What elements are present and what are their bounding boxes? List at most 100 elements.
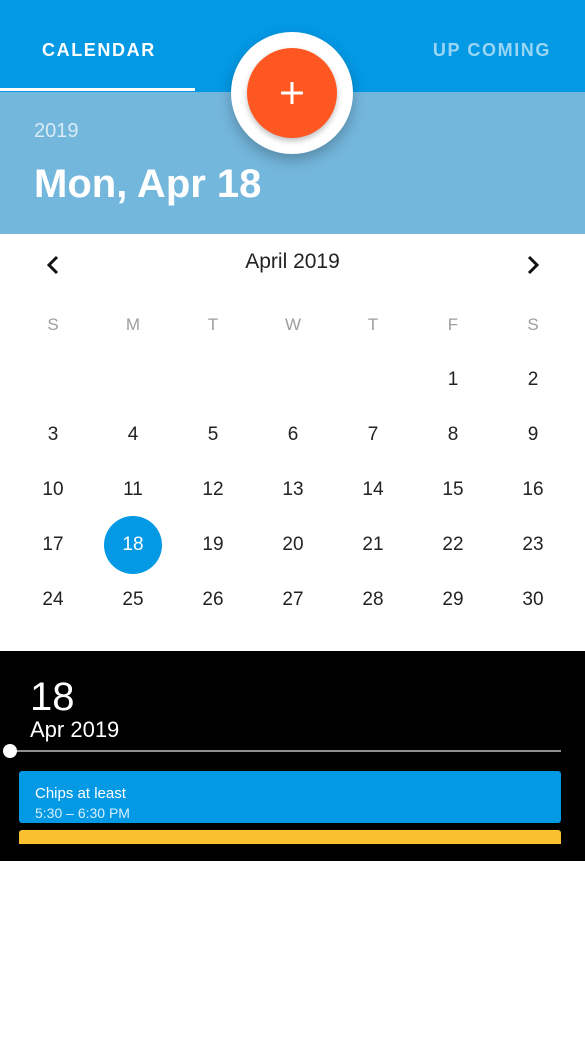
day-number: 26 bbox=[202, 589, 224, 610]
event-title: Chips at least bbox=[35, 785, 126, 802]
day-number: 8 bbox=[447, 424, 459, 445]
calendar-day-empty bbox=[333, 352, 413, 407]
day-number: 7 bbox=[367, 424, 379, 445]
calendar-day[interactable]: 26 bbox=[173, 572, 253, 627]
next-month-button[interactable] bbox=[518, 250, 548, 280]
calendar-day-empty bbox=[253, 352, 333, 407]
plus-icon bbox=[281, 82, 303, 104]
day-number: 6 bbox=[287, 424, 299, 445]
calendar-day-empty bbox=[173, 352, 253, 407]
calendar-week: 3 4 5 6 7 8 9 bbox=[13, 407, 573, 462]
calendar-app-screen: CALENDAR UP COMING 2019 Mon, Apr 18 Apri… bbox=[0, 0, 585, 1044]
calendar-day[interactable]: 4 bbox=[93, 407, 173, 462]
calendar-day[interactable]: 23 bbox=[493, 517, 573, 572]
agenda-month-year: Apr 2019 bbox=[30, 717, 120, 742]
month-title: April 2019 bbox=[245, 250, 340, 273]
calendar-day[interactable]: 3 bbox=[13, 407, 93, 462]
fab-ring bbox=[231, 32, 353, 154]
calendar-day[interactable]: 22 bbox=[413, 517, 493, 572]
calendar-day[interactable]: 1 bbox=[413, 352, 493, 407]
calendar-day[interactable]: 5 bbox=[173, 407, 253, 462]
calendar-day-empty bbox=[93, 352, 173, 407]
day-number: 22 bbox=[442, 534, 464, 555]
calendar-day[interactable]: 24 bbox=[13, 572, 93, 627]
day-number: 17 bbox=[42, 534, 64, 555]
calendar-day[interactable]: 6 bbox=[253, 407, 333, 462]
day-number: 9 bbox=[527, 424, 539, 445]
day-number: 10 bbox=[42, 479, 64, 500]
weekday-label: T bbox=[367, 315, 379, 334]
weekday-label: S bbox=[527, 315, 539, 334]
weekday-label: S bbox=[47, 315, 59, 334]
calendar-day[interactable]: 12 bbox=[173, 462, 253, 517]
event-card[interactable]: Chips at least 5:30 – 6:30 PM bbox=[19, 771, 561, 823]
day-number: 28 bbox=[362, 589, 384, 610]
calendar-day[interactable]: 16 bbox=[493, 462, 573, 517]
day-number: 30 bbox=[522, 589, 544, 610]
tab-indicator bbox=[0, 88, 195, 91]
calendar-day[interactable]: 28 bbox=[333, 572, 413, 627]
day-number: 4 bbox=[127, 424, 139, 445]
calendar-day[interactable]: 17 bbox=[13, 517, 93, 572]
calendar-day-empty bbox=[13, 352, 93, 407]
calendar-day[interactable]: 20 bbox=[253, 517, 333, 572]
calendar-week: 1 2 bbox=[13, 352, 573, 407]
day-number: 20 bbox=[282, 534, 304, 555]
day-number: 23 bbox=[522, 534, 544, 555]
day-number: 1 bbox=[447, 369, 459, 390]
calendar-day[interactable]: 30 bbox=[493, 572, 573, 627]
agenda-panel: 18 Apr 2019 Chips at least 5:30 – 6:30 P… bbox=[0, 651, 585, 861]
day-number: 24 bbox=[42, 589, 64, 610]
day-number: 18 bbox=[104, 516, 162, 574]
day-number: 2 bbox=[527, 369, 539, 390]
calendar-day[interactable]: 13 bbox=[253, 462, 333, 517]
day-number: 13 bbox=[282, 479, 304, 500]
calendar-day-selected[interactable]: 18 bbox=[93, 516, 173, 574]
calendar-day[interactable]: 14 bbox=[333, 462, 413, 517]
selected-date[interactable]: Mon, Apr 18 bbox=[34, 162, 261, 207]
weekday-label: F bbox=[447, 315, 459, 334]
calendar-day[interactable]: 2 bbox=[493, 352, 573, 407]
calendar-day[interactable]: 27 bbox=[253, 572, 333, 627]
calendar-day[interactable]: 29 bbox=[413, 572, 493, 627]
add-event-button[interactable] bbox=[247, 48, 337, 138]
timeline-now-indicator bbox=[3, 744, 17, 758]
day-number: 21 bbox=[362, 534, 384, 555]
calendar-week: 10 11 12 13 14 15 16 bbox=[13, 462, 573, 517]
month-calendar: April 2019 S M T W T F S 1 2 3 4 5 6 7 8… bbox=[0, 234, 585, 650]
weekday-label: T bbox=[207, 315, 219, 334]
calendar-day[interactable]: 21 bbox=[333, 517, 413, 572]
calendar-day[interactable]: 7 bbox=[333, 407, 413, 462]
tab-calendar[interactable]: CALENDAR bbox=[42, 40, 156, 61]
calendar-day[interactable]: 8 bbox=[413, 407, 493, 462]
day-number: 14 bbox=[362, 479, 384, 500]
day-number: 15 bbox=[442, 479, 464, 500]
calendar-week: 24 25 26 27 28 29 30 bbox=[13, 572, 573, 627]
agenda-day-number: 18 bbox=[30, 675, 75, 719]
day-number: 25 bbox=[122, 589, 144, 610]
calendar-day[interactable]: 15 bbox=[413, 462, 493, 517]
day-number: 5 bbox=[207, 424, 219, 445]
calendar-day[interactable]: 9 bbox=[493, 407, 573, 462]
weekday-label: M bbox=[125, 315, 141, 334]
calendar-day[interactable]: 10 bbox=[13, 462, 93, 517]
day-number: 3 bbox=[47, 424, 59, 445]
calendar-day[interactable]: 19 bbox=[173, 517, 253, 572]
event-card[interactable] bbox=[19, 830, 561, 844]
day-number: 29 bbox=[442, 589, 464, 610]
event-time: 5:30 – 6:30 PM bbox=[35, 805, 130, 821]
day-number: 27 bbox=[282, 589, 304, 610]
weekday-header: S M T W T F S bbox=[13, 314, 573, 336]
calendar-day[interactable]: 11 bbox=[93, 462, 173, 517]
tab-upcoming[interactable]: UP COMING bbox=[433, 40, 551, 61]
day-number: 12 bbox=[202, 479, 224, 500]
day-number: 11 bbox=[123, 479, 143, 500]
chevron-right-icon bbox=[527, 255, 540, 275]
calendar-day[interactable]: 25 bbox=[93, 572, 173, 627]
day-number: 19 bbox=[202, 534, 224, 555]
day-number: 16 bbox=[522, 479, 544, 500]
weekday-label: W bbox=[284, 315, 302, 334]
timeline-line bbox=[10, 750, 561, 752]
calendar-week: 17 18 19 20 21 22 23 bbox=[13, 516, 573, 574]
selected-year[interactable]: 2019 bbox=[34, 120, 79, 143]
